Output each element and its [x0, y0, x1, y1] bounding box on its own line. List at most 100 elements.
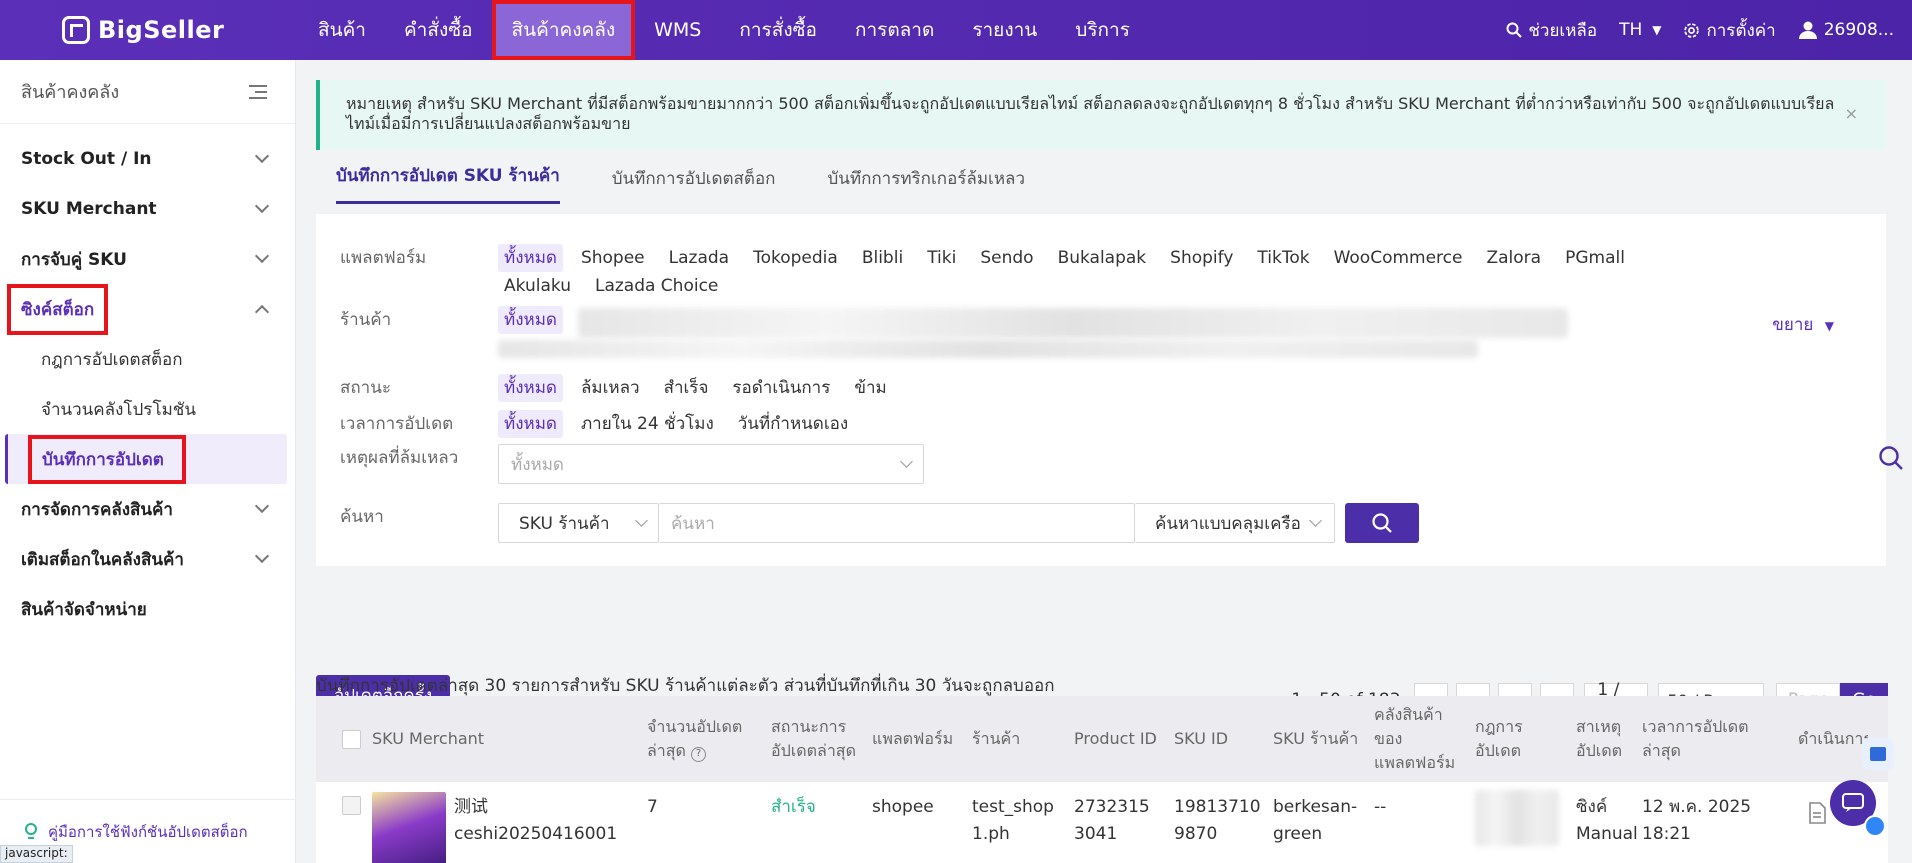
platform-chip[interactable]: Sendo	[974, 244, 1039, 272]
search-input[interactable]: ค้นหา	[659, 503, 1135, 543]
user-id: 26908...	[1823, 20, 1894, 40]
tab-stock-update-log[interactable]: บันทึกการอัปเดตสต็อก	[612, 165, 776, 204]
main-nav: สินค้า คำสั่งซื้อ สินค้าคงคลัง WMS การสั…	[299, 0, 1149, 60]
gear-icon	[1684, 22, 1700, 38]
sidebar-subitem-update-rules[interactable]: กฎการอัปเดตสต็อก	[0, 334, 295, 384]
log-tabs: บันทึกการอัปเดต SKU ร้านค้า บันทึกการอัป…	[336, 150, 1888, 204]
search-button[interactable]	[1345, 503, 1419, 543]
platform-chip[interactable]: TikTok	[1251, 244, 1315, 272]
nav-item-wms[interactable]: WMS	[635, 0, 720, 60]
sidebar-item-label: การจัดการคลังสินค้า	[21, 499, 173, 520]
sidebar-item-label: เติมสต็อกในคลังสินค้า	[21, 549, 184, 570]
platform-chip[interactable]: Blibli	[856, 244, 909, 272]
nav-item-products[interactable]: สินค้า	[299, 0, 385, 60]
platform-chip[interactable]: ทั้งหมด	[498, 244, 563, 272]
settings-link[interactable]: การตั้งค่า	[1683, 17, 1776, 44]
sidebar-subitem-update-log[interactable]: บันทึกการอัปเดต	[5, 434, 287, 484]
product-thumbnail[interactable]	[372, 792, 446, 863]
chevron-down-icon	[254, 548, 270, 564]
chevron-down-icon	[254, 148, 270, 164]
platform-chip[interactable]: Shopify	[1164, 244, 1239, 272]
platform-chips: ทั้งหมด Shopee Lazada Tokopedia Blibli T…	[498, 244, 1678, 300]
time-chip[interactable]: วันที่กำหนดเอง	[732, 410, 854, 438]
store-chip-all[interactable]: ทั้งหมด	[498, 306, 563, 334]
collapse-sidebar-icon[interactable]	[247, 84, 267, 100]
status-chip[interactable]: รอดำเนินการ	[726, 374, 836, 402]
sidebar-item-stock-out-in[interactable]: Stock Out / In	[0, 134, 295, 184]
sidebar-subitem-promo-stock[interactable]: จำนวนคลังโปรโมชัน	[0, 384, 295, 434]
col-latest-status: สถานะการอัปเดตล่าสุด	[771, 717, 856, 760]
platform-chip[interactable]: Lazada	[663, 244, 735, 272]
status-chip[interactable]: สำเร็จ	[658, 374, 715, 402]
feedback-icon[interactable]	[1862, 738, 1894, 770]
nav-item-purchase[interactable]: การสั่งซื้อ	[720, 0, 836, 60]
time-chip[interactable]: ทั้งหมด	[498, 410, 563, 438]
sidebar-item-replenish[interactable]: เติมสต็อกในคลังสินค้า	[0, 534, 295, 584]
select-all-checkbox[interactable]	[342, 729, 361, 749]
brand-logo[interactable]: BigSeller	[62, 16, 312, 44]
sidebar-item-sku-merchant[interactable]: SKU Merchant	[0, 184, 295, 234]
nav-item-orders[interactable]: คำสั่งซื้อ	[385, 0, 492, 60]
user-menu[interactable]: 26908...	[1798, 20, 1894, 40]
support-icon[interactable]	[1864, 815, 1886, 837]
sidebar-header: สินค้าคงคลัง	[0, 60, 295, 124]
sidebar-item-stock-sync[interactable]: ซิงค์สต็อก	[0, 283, 295, 335]
platform-chip[interactable]: PGmall	[1559, 244, 1631, 272]
sku-code: ceshi20250416001	[454, 824, 618, 844]
chevron-up-icon	[254, 304, 270, 320]
sidebar-item-warehouse-management[interactable]: การจัดการคลังสินค้า	[0, 484, 295, 534]
tab-store-sku-log[interactable]: บันทึกการอัปเดต SKU ร้านค้า	[336, 162, 560, 204]
platform-chip[interactable]: Zalora	[1480, 244, 1547, 272]
fail-reason-label: เหตุผลที่ล้มเหลว	[340, 448, 459, 468]
help-label: ช่วยเหลือ	[1528, 20, 1598, 41]
language-select[interactable]: TH ▼	[1619, 20, 1661, 40]
update-time-chips: ทั้งหมด ภายใน 24 ชั่วโมง วันที่กำหนดเอง	[498, 410, 1698, 438]
nav-item-reports[interactable]: รายงาน	[953, 0, 1056, 60]
col-latest-time: เวลาการอัปเดตล่าสุด	[1642, 717, 1749, 760]
platform-chip[interactable]: Akulaku	[498, 272, 577, 300]
search-field-value: SKU ร้านค้า	[519, 513, 610, 534]
platform-chip[interactable]: Shopee	[575, 244, 651, 272]
status-chip[interactable]: ข้าม	[848, 374, 892, 402]
platform-chip[interactable]: Tiki	[921, 244, 962, 272]
retention-note: บันทึกการอัปเดตล่าสุด 30 รายการสำหรับ SK…	[316, 676, 1055, 696]
tab-trigger-failed-log[interactable]: บันทึกการทริกเกอร์ล้มเหลว	[827, 165, 1025, 204]
platform-chip[interactable]: Bukalapak	[1052, 244, 1153, 272]
top-right-menu: ช่วยเหลือ TH ▼ การตั้งค่า 26908...	[1506, 0, 1912, 60]
status-chip[interactable]: ล้มเหลว	[575, 374, 646, 402]
cell-status: สำเร็จ	[771, 797, 816, 817]
nav-item-inventory[interactable]: สินค้าคงคลัง	[491, 0, 636, 60]
floating-search-icon[interactable]	[1878, 445, 1904, 471]
search-icon	[1372, 513, 1392, 533]
info-icon[interactable]: ?	[691, 747, 707, 762]
sidebar-item-distribution[interactable]: สินค้าจัดจำหน่าย	[0, 584, 295, 634]
nav-item-marketing[interactable]: การตลาด	[836, 0, 953, 60]
fail-reason-select[interactable]: ทั้งหมด	[498, 444, 924, 484]
store-chips: ทั้งหมด	[498, 306, 1568, 362]
view-log-icon[interactable]	[1808, 802, 1826, 824]
platform-chip[interactable]: Tokopedia	[747, 244, 844, 272]
chat-icon	[1842, 793, 1864, 812]
sidebar-item-sku-mapping[interactable]: การจับคู่ SKU	[0, 234, 295, 284]
expand-label: ขยาย	[1772, 315, 1814, 335]
status-chip[interactable]: ทั้งหมด	[498, 374, 563, 402]
chevron-down-icon	[254, 248, 270, 264]
table-row: 测试 ceshi20250416001 7 สำเร็จ shopee test…	[316, 782, 1888, 863]
chevron-down-icon	[1309, 514, 1322, 527]
row-checkbox[interactable]	[342, 796, 361, 815]
col-platform-warehouse: คลังสินค้าของแพลตฟอร์ม	[1374, 705, 1456, 772]
platform-chip[interactable]: WooCommerce	[1328, 244, 1469, 272]
close-icon[interactable]: ×	[1845, 104, 1858, 124]
sku-name: 测试	[454, 797, 488, 817]
search-mode-select[interactable]: ค้นหาแบบคลุมเครือ	[1135, 503, 1335, 543]
time-chip[interactable]: ภายใน 24 ชั่วโมง	[575, 410, 720, 438]
nav-item-services[interactable]: บริการ	[1056, 0, 1149, 60]
top-navbar: BigSeller สินค้า คำสั่งซื้อ สินค้าคงคลัง…	[0, 0, 1912, 60]
expand-stores-button[interactable]: ขยาย ▼	[1772, 311, 1834, 338]
search-field-select[interactable]: SKU ร้านค้า	[498, 503, 659, 543]
lightbulb-icon	[25, 822, 37, 839]
chevron-down-icon	[254, 498, 270, 514]
platform-chip[interactable]: Lazada Choice	[589, 272, 724, 300]
col-latest-qty: จำนวนอัปเดตล่าสุด ?	[647, 696, 747, 782]
help-link[interactable]: ช่วยเหลือ	[1506, 17, 1597, 44]
